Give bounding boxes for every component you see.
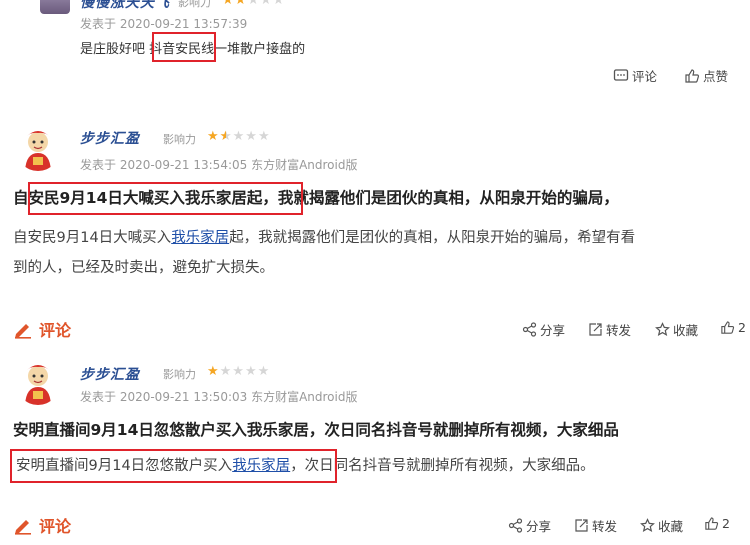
like-button[interactable]: 2: [704, 516, 730, 531]
highlight-box: [152, 32, 216, 62]
share-button[interactable]: 分享: [508, 516, 551, 535]
post-time: 发表于 2020-09-21 13:50:03 东方财富Android版: [80, 390, 358, 404]
pencil-icon: [15, 324, 31, 339]
post-body: 自安民9月14日大喊买入我乐家居起，我就揭露他们是团伙的真相，从阳泉开始的骗局，…: [13, 230, 636, 276]
influence-label: 影响力: [178, 0, 211, 9]
highlight-box: [28, 182, 303, 215]
avatar[interactable]: [40, 0, 70, 14]
stock-link[interactable]: 我乐家居: [171, 230, 229, 246]
comment-button[interactable]: 评论: [13, 513, 71, 537]
mascot-icon: [25, 365, 51, 405]
influence-label: 影响力: [163, 368, 196, 381]
comment-button[interactable]: 评论: [613, 66, 657, 85]
star-icon: [640, 518, 655, 533]
forward-icon: [589, 323, 602, 336]
avatar[interactable]: [16, 361, 60, 405]
influence-rating: ★★★★★: [222, 0, 286, 8]
author-name[interactable]: 慢慢涨天天飞: [80, 0, 170, 12]
like-button[interactable]: 2: [720, 320, 746, 335]
forward-button[interactable]: 转发: [588, 320, 631, 339]
influence-rating: ★★★★★★: [207, 129, 271, 144]
share-icon: [508, 518, 523, 533]
comment-button[interactable]: 评论: [13, 317, 71, 341]
influence-label: 影响力: [163, 133, 196, 146]
collect-button[interactable]: 收藏: [655, 320, 698, 339]
author-name[interactable]: 步步汇盈: [80, 364, 140, 384]
mascot-icon: [25, 131, 51, 171]
like-count: 2: [722, 516, 730, 531]
pencil-icon: [15, 520, 31, 535]
avatar[interactable]: [16, 127, 60, 171]
influence-rating: ★★★★★: [207, 364, 271, 379]
thumbs-up-icon: [721, 321, 735, 334]
post-title[interactable]: 安明直播间9月14日忽悠散户买入我乐家居，次日同名抖音号就删掉所有视频，大家细品: [13, 418, 619, 440]
share-button[interactable]: 分享: [522, 320, 565, 339]
star-icon: [655, 322, 670, 337]
post-time: 发表于 2020-09-21 13:54:05 东方财富Android版: [80, 158, 358, 172]
thumbs-up-icon: [685, 68, 700, 83]
highlight-box: [10, 449, 337, 483]
like-count: 2: [738, 320, 746, 335]
forward-button[interactable]: 转发: [574, 516, 617, 535]
comment-icon: [613, 68, 629, 81]
post-time: 发表于 2020-09-21 13:57:39: [80, 17, 248, 31]
share-icon: [522, 322, 537, 337]
collect-button[interactable]: 收藏: [640, 516, 683, 535]
like-button[interactable]: 点赞: [684, 66, 728, 85]
forward-icon: [575, 519, 588, 532]
author-name[interactable]: 步步汇盈: [80, 128, 140, 148]
thumbs-up-icon: [705, 517, 719, 530]
